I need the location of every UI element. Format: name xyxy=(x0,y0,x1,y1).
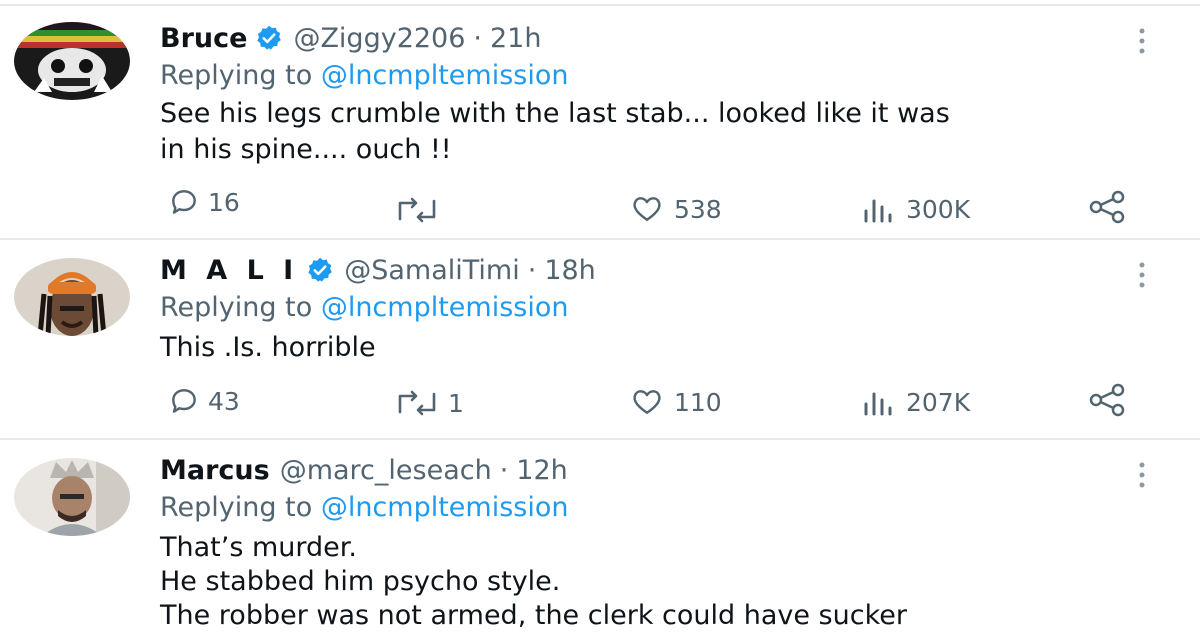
more-options-icon[interactable] xyxy=(1130,258,1154,292)
more-options-icon[interactable] xyxy=(1130,458,1154,492)
views-button[interactable]: 300K xyxy=(858,192,970,226)
separator-dot: · xyxy=(527,254,537,286)
retweet-icon xyxy=(398,390,436,416)
user-handle[interactable]: @marc_leseach xyxy=(280,455,492,486)
more-options-icon[interactable] xyxy=(1130,24,1154,58)
tweet-header: Marcus @marc_leseach · 12h xyxy=(160,452,568,488)
like-button[interactable]: 538 xyxy=(626,192,722,226)
views-button[interactable]: 207K xyxy=(858,385,970,419)
share-button[interactable] xyxy=(1086,383,1130,417)
replying-to-line: Replying to @lncmpltemission xyxy=(160,58,568,94)
views-count: 300K xyxy=(906,194,971,224)
avatar-image xyxy=(14,22,130,100)
reply-icon xyxy=(172,389,196,413)
tweet-reply[interactable]: Marcus @marc_leseach · 12h Replying to @… xyxy=(0,440,1200,631)
tweet-reply[interactable]: M A L I @SamaliTimi · 18h Replying to @l… xyxy=(0,240,1200,438)
display-name[interactable]: M A L I xyxy=(160,255,298,286)
retweet-button[interactable] xyxy=(392,193,448,227)
avatar[interactable] xyxy=(14,458,130,536)
views-count: 207K xyxy=(906,387,971,417)
timestamp[interactable]: 12h xyxy=(516,455,567,486)
user-handle[interactable]: @Ziggy2206 xyxy=(293,23,465,54)
like-count: 538 xyxy=(674,194,722,224)
replying-to-handle[interactable]: @lncmpltemission xyxy=(321,492,569,523)
replying-to-handle[interactable]: @lncmpltemission xyxy=(321,60,569,91)
reply-icon xyxy=(172,190,196,214)
share-icon xyxy=(1089,190,1125,224)
views-icon xyxy=(864,199,892,223)
tweet-reply[interactable]: Bruce @Ziggy2206 · 21h Replying to @lncm… xyxy=(0,6,1200,238)
timestamp[interactable]: 18h xyxy=(544,255,595,286)
timestamp[interactable]: 21h xyxy=(490,23,541,54)
replying-to-label: Replying to xyxy=(160,60,313,91)
avatar[interactable] xyxy=(14,22,130,100)
retweet-icon xyxy=(398,197,436,223)
tweet-text-line: He stabbed him psycho style. xyxy=(160,566,561,597)
verified-badge-icon xyxy=(306,256,334,284)
reply-button[interactable]: 16 xyxy=(166,185,240,219)
share-button[interactable] xyxy=(1086,190,1130,224)
replying-to-line: Replying to @lncmpltemission xyxy=(160,490,568,526)
tweet-text-line: The robber was not armed, the clerk coul… xyxy=(160,600,907,631)
views-icon xyxy=(864,392,892,416)
replying-to-label: Replying to xyxy=(160,292,313,323)
tweet-text-line: That’s murder. xyxy=(160,532,357,563)
avatar-image xyxy=(14,258,130,336)
tweet-text-line: This .Is. horrible xyxy=(160,332,376,363)
display-name[interactable]: Marcus xyxy=(160,455,270,486)
reply-count: 43 xyxy=(208,386,240,416)
like-count: 110 xyxy=(674,387,722,417)
avatar-image xyxy=(14,458,130,536)
replying-to-handle[interactable]: @lncmpltemission xyxy=(321,292,569,323)
retweet-button[interactable]: 1 xyxy=(392,386,464,420)
replying-to-label: Replying to xyxy=(160,492,313,523)
tweet-text-line: See his legs crumble with the last stab.… xyxy=(160,98,950,129)
heart-icon xyxy=(633,390,661,414)
avatar[interactable] xyxy=(14,258,130,336)
retweet-count: 1 xyxy=(448,388,464,418)
user-handle[interactable]: @SamaliTimi xyxy=(344,255,520,286)
separator-dot: · xyxy=(473,22,482,54)
tweet-header: Bruce @Ziggy2206 · 21h xyxy=(160,20,541,56)
replying-to-line: Replying to @lncmpltemission xyxy=(160,290,568,326)
tweet-text-line: in his spine.... ouch !! xyxy=(160,134,452,165)
reply-count: 16 xyxy=(208,187,240,217)
share-icon xyxy=(1089,383,1125,417)
tweet-header: M A L I @SamaliTimi · 18h xyxy=(160,252,596,288)
reply-button[interactable]: 43 xyxy=(166,384,240,418)
separator-dot: · xyxy=(499,454,509,486)
verified-badge-icon xyxy=(255,24,283,52)
display-name[interactable]: Bruce xyxy=(160,23,247,54)
heart-icon xyxy=(633,197,661,221)
like-button[interactable]: 110 xyxy=(626,385,722,419)
